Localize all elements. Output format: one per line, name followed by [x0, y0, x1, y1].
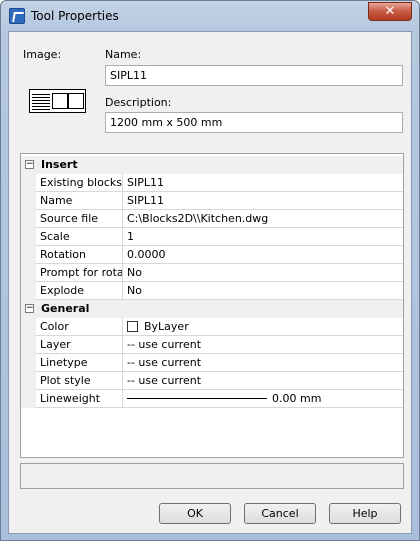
property-row[interactable]: Existing blocks SIPL11 — [21, 174, 403, 192]
property-value[interactable]: 1 — [123, 228, 403, 246]
property-value[interactable]: 0.00 mm — [123, 390, 403, 408]
property-name: Layer — [36, 336, 123, 354]
description-field[interactable]: 1200 mm x 500 mm — [105, 112, 403, 133]
category-general[interactable]: − General — [21, 300, 403, 318]
preview-line — [32, 106, 50, 107]
category-label: General — [41, 302, 90, 315]
property-value[interactable]: -- use current — [123, 354, 403, 372]
property-row[interactable]: Linetype -- use current — [21, 354, 403, 372]
property-row[interactable]: Rotation 0.0000 — [21, 246, 403, 264]
window-title: Tool Properties — [31, 9, 119, 23]
close-button[interactable]: ✕ — [368, 2, 412, 21]
help-button[interactable]: Help — [329, 503, 401, 524]
property-name: Explode — [36, 282, 123, 300]
property-row[interactable]: Color ByLayer — [21, 318, 403, 336]
name-label: Name: — [105, 48, 142, 61]
dialog-body: Image: Name: SIPL11 Description: 1200 mm… — [8, 31, 412, 534]
preview-box — [52, 93, 68, 109]
property-name: Plot style — [36, 372, 123, 390]
tool-properties-window: Tool Properties ✕ Image: Name: SIPL11 De… — [0, 0, 420, 541]
property-row[interactable]: Plot style -- use current — [21, 372, 403, 390]
image-label: Image: — [23, 48, 62, 61]
property-value[interactable]: SIPL11 — [123, 192, 403, 210]
property-name: Linetype — [36, 354, 123, 372]
property-name: Lineweight — [36, 390, 123, 408]
preview-line — [32, 103, 50, 104]
property-value[interactable]: 0.0000 — [123, 246, 403, 264]
property-row[interactable]: Layer -- use current — [21, 336, 403, 354]
name-field[interactable]: SIPL11 — [105, 65, 403, 86]
lineweight-sample-icon — [127, 398, 267, 399]
color-value: ByLayer — [144, 320, 189, 333]
property-name: Prompt for rotati — [36, 264, 123, 282]
property-name: Existing blocks — [36, 174, 123, 192]
preview-line — [32, 94, 50, 95]
property-row[interactable]: Name SIPL11 — [21, 192, 403, 210]
property-value[interactable]: No — [123, 264, 403, 282]
property-row[interactable]: Prompt for rotati No — [21, 264, 403, 282]
property-row[interactable]: Explode No — [21, 282, 403, 300]
color-swatch-icon — [127, 321, 138, 332]
property-name: Rotation — [36, 246, 123, 264]
title-bar[interactable]: Tool Properties ✕ — [1, 1, 419, 31]
collapse-icon[interactable]: − — [25, 304, 34, 313]
preview-box — [68, 93, 84, 109]
property-value[interactable]: -- use current — [123, 372, 403, 390]
preview-line — [32, 109, 50, 110]
property-name: Name — [36, 192, 123, 210]
property-value[interactable]: No — [123, 282, 403, 300]
app-icon — [9, 8, 25, 24]
property-name: Scale — [36, 228, 123, 246]
property-value[interactable]: SIPL11 — [123, 174, 403, 192]
property-name: Color — [36, 318, 123, 336]
ok-button[interactable]: OK — [159, 503, 231, 524]
property-row[interactable]: Scale 1 — [21, 228, 403, 246]
category-label: Insert — [41, 158, 78, 171]
lineweight-value: 0.00 mm — [272, 392, 322, 405]
cancel-button[interactable]: Cancel — [244, 503, 316, 524]
property-value[interactable]: -- use current — [123, 336, 403, 354]
preview-line — [32, 100, 50, 101]
collapse-icon[interactable]: − — [25, 160, 34, 169]
property-row[interactable]: Source file C:\Blocks2D\\Kitchen.dwg — [21, 210, 403, 228]
property-grid: − Insert Existing blocks SIPL11 Name SIPL1… — [20, 153, 404, 458]
description-label: Description: — [105, 96, 172, 109]
property-name: Source file — [36, 210, 123, 228]
description-panel — [20, 463, 404, 489]
property-value[interactable]: C:\Blocks2D\\Kitchen.dwg — [123, 210, 403, 228]
block-preview-image — [29, 89, 86, 113]
property-value[interactable]: ByLayer — [123, 318, 403, 336]
property-row[interactable]: Lineweight 0.00 mm — [21, 390, 403, 408]
preview-line — [32, 97, 50, 98]
category-insert[interactable]: − Insert — [21, 156, 403, 174]
